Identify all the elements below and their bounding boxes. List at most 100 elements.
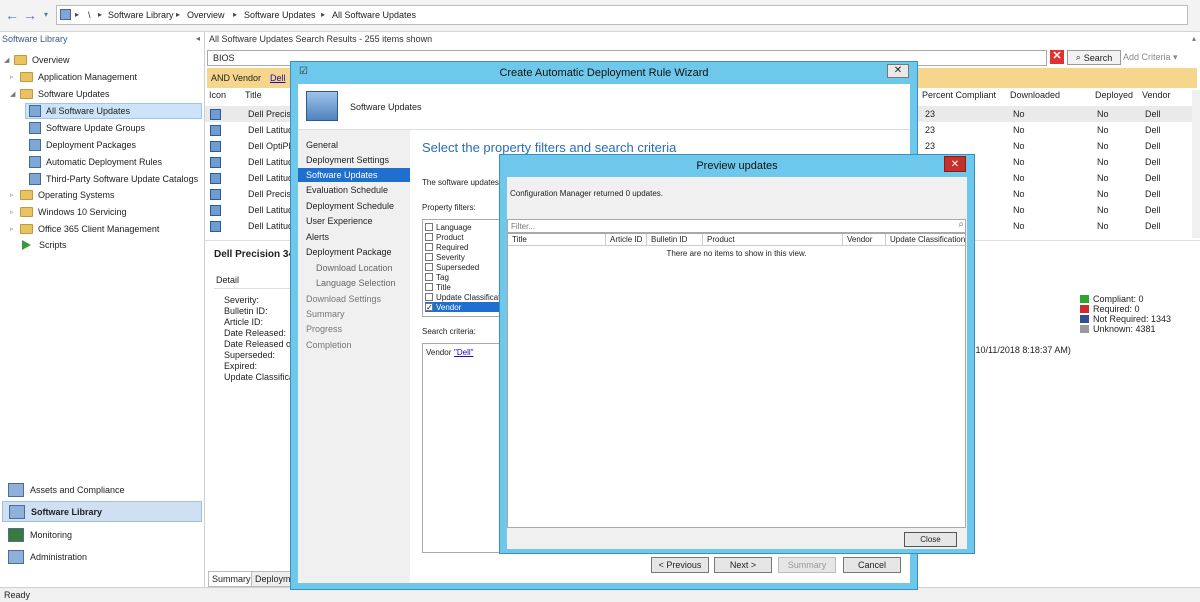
workspace-monitoring[interactable]: Monitoring [2, 524, 202, 545]
cell-deployed: No [1097, 109, 1109, 119]
filter-superseded-checkbox[interactable]: Superseded [425, 262, 505, 272]
breadcrumb-all-software-updates[interactable]: All Software Updates [332, 10, 416, 20]
collapse-header-icon[interactable]: ▴ [1192, 34, 1196, 43]
column-header-deployed[interactable]: Deployed [1095, 90, 1133, 106]
wizard-step-completion[interactable]: Completion [306, 340, 352, 350]
tab-summary[interactable]: Summary [208, 571, 255, 587]
breadcrumb-software-updates[interactable]: Software Updates [244, 10, 316, 20]
tree-item-scripts[interactable]: Scripts [20, 237, 67, 253]
filter-vendor-checkbox[interactable]: ✓ Vendor [425, 302, 505, 312]
column-header-vendor[interactable]: Vendor [1142, 90, 1171, 106]
column-header-icon[interactable]: Icon [209, 90, 226, 106]
cell-title: Dell OptiPle [248, 141, 296, 151]
column-header-product[interactable]: Product [703, 234, 843, 246]
wizard-step-software-updates[interactable]: Software Updates [298, 168, 410, 182]
filter-required-checkbox[interactable]: Required [425, 242, 505, 252]
tree-item-operating-systems[interactable]: ▹ Operating Systems [10, 187, 115, 203]
close-icon[interactable]: ✕ [944, 156, 966, 172]
summary-button[interactable]: Summary [778, 557, 836, 573]
breadcrumb-root[interactable]: \ [88, 10, 91, 20]
column-header-article-id[interactable]: Article ID [606, 234, 647, 246]
filter-update-classification-checkbox[interactable]: Update Classification [425, 292, 505, 302]
expand-arrow-icon[interactable]: ▹ [10, 191, 20, 199]
column-header-bulletin-id[interactable]: Bulletin ID [647, 234, 703, 246]
collapse-arrow-icon[interactable]: ◢ [10, 90, 20, 98]
wizard-step-evaluation-schedule[interactable]: Evaluation Schedule [306, 185, 388, 195]
tree-item-third-party-catalogs[interactable]: Third-Party Software Update Catalogs [29, 171, 198, 187]
workspace-software-library[interactable]: Software Library [2, 501, 202, 522]
filter-tag-checkbox[interactable]: Tag [425, 272, 505, 282]
workspace-assets-and-compliance[interactable]: Assets and Compliance [2, 479, 202, 500]
criteria-value-link[interactable]: Dell [270, 73, 286, 83]
monitoring-icon [8, 527, 24, 542]
collapse-arrow-icon[interactable]: ◢ [4, 56, 14, 64]
wizard-step-progress[interactable]: Progress [306, 324, 342, 334]
tree-item-windows-10-servicing[interactable]: ▹ Windows 10 Servicing [10, 204, 127, 220]
checkbox-icon [425, 243, 433, 251]
close-button[interactable]: Close [904, 532, 957, 547]
wizard-step-alerts[interactable]: Alerts [306, 232, 329, 242]
expand-arrow-icon[interactable]: ▹ [10, 225, 20, 233]
wizard-step-user-experience[interactable]: User Experience [306, 216, 373, 226]
wizard-step-deployment-schedule[interactable]: Deployment Schedule [306, 201, 394, 211]
vertical-scrollbar[interactable] [1192, 90, 1200, 238]
search-icon[interactable]: ⌕ [958, 219, 964, 230]
wizard-step-summary[interactable]: Summary [306, 309, 345, 319]
history-dropdown-icon[interactable]: ▾ [38, 7, 54, 23]
wizard-step-language-selection[interactable]: Language Selection [316, 278, 396, 288]
preview-grid: Title Article ID Bulletin ID Product Ven… [507, 233, 967, 528]
search-button[interactable]: ⌕ Search [1067, 50, 1121, 65]
column-header-update-classification[interactable]: Update Classification [886, 234, 967, 246]
add-criteria-label: Add Criteria [1123, 52, 1171, 62]
close-icon[interactable]: ✕ [887, 64, 909, 78]
wizard-step-general[interactable]: General [306, 140, 338, 150]
expand-arrow-icon[interactable]: ▹ [10, 73, 20, 81]
add-criteria-button[interactable]: Add Criteria ▾ [1123, 52, 1178, 63]
tree-item-all-software-updates[interactable]: All Software Updates [25, 103, 202, 119]
filter-language-checkbox[interactable]: Language [425, 222, 505, 232]
column-header-title[interactable]: Title [508, 234, 606, 246]
breadcrumb-overview[interactable]: Overview [187, 10, 225, 20]
wizard-step-download-location[interactable]: Download Location [316, 263, 393, 273]
tree-item-label: Operating Systems [38, 190, 115, 200]
date-released-label: Date Released: [224, 328, 287, 338]
cell-percent: 23 [925, 141, 936, 151]
previous-button[interactable]: < Previous [651, 557, 709, 573]
collapse-pane-icon[interactable]: ◂ [196, 34, 200, 43]
tree-item-application-management[interactable]: ▹ Application Management [10, 69, 137, 85]
workspace-administration[interactable]: Administration [2, 546, 202, 567]
tree-item-software-updates[interactable]: ◢ Software Updates [10, 86, 110, 102]
filter-severity-checkbox[interactable]: Severity [425, 252, 505, 262]
tree-item-label: Software Update Groups [46, 123, 146, 133]
expand-arrow-icon[interactable]: ▹ [10, 208, 20, 216]
filter-input[interactable]: Filter... [507, 219, 966, 233]
tree-item-software-update-groups[interactable]: Software Update Groups [29, 120, 145, 136]
column-header-downloaded[interactable]: Downloaded [1010, 90, 1060, 106]
checkbox-icon [425, 223, 433, 231]
wizard-step-deployment-settings[interactable]: Deployment Settings [306, 155, 389, 165]
next-button[interactable]: Next > [714, 557, 772, 573]
breadcrumb-software-library[interactable]: Software Library [108, 10, 174, 20]
filter-product-checkbox[interactable]: Product [425, 232, 505, 242]
legend-label: Compliant: 0 [1093, 294, 1144, 304]
console-icon [60, 9, 71, 20]
tree-item-overview[interactable]: ◢ Overview [4, 52, 70, 68]
clear-search-icon[interactable]: ✕ [1050, 50, 1064, 64]
column-header-vendor[interactable]: Vendor [843, 234, 886, 246]
filter-title-checkbox[interactable]: Title [425, 282, 505, 292]
tree-item-office-365[interactable]: ▹ Office 365 Client Management [10, 221, 159, 237]
forward-arrow-icon[interactable]: → [22, 7, 38, 23]
tree-item-label: Scripts [39, 240, 67, 250]
column-header-title[interactable]: Title [245, 90, 262, 106]
column-header-percent-compliant[interactable]: Percent Compliant [922, 90, 996, 106]
tree-item-automatic-deployment-rules[interactable]: Automatic Deployment Rules [29, 154, 162, 170]
folder-icon [20, 190, 33, 200]
wizard-step-deployment-package[interactable]: Deployment Package [306, 247, 392, 257]
chevron-right-icon: ▸ [98, 10, 103, 19]
tree-item-deployment-packages[interactable]: Deployment Packages [29, 137, 136, 153]
back-arrow-icon[interactable]: ← [4, 7, 20, 23]
cell-downloaded: No [1013, 157, 1025, 167]
cancel-button[interactable]: Cancel [843, 557, 901, 573]
wizard-step-download-settings[interactable]: Download Settings [306, 294, 381, 304]
criteria-value-link[interactable]: "Dell" [454, 348, 473, 357]
